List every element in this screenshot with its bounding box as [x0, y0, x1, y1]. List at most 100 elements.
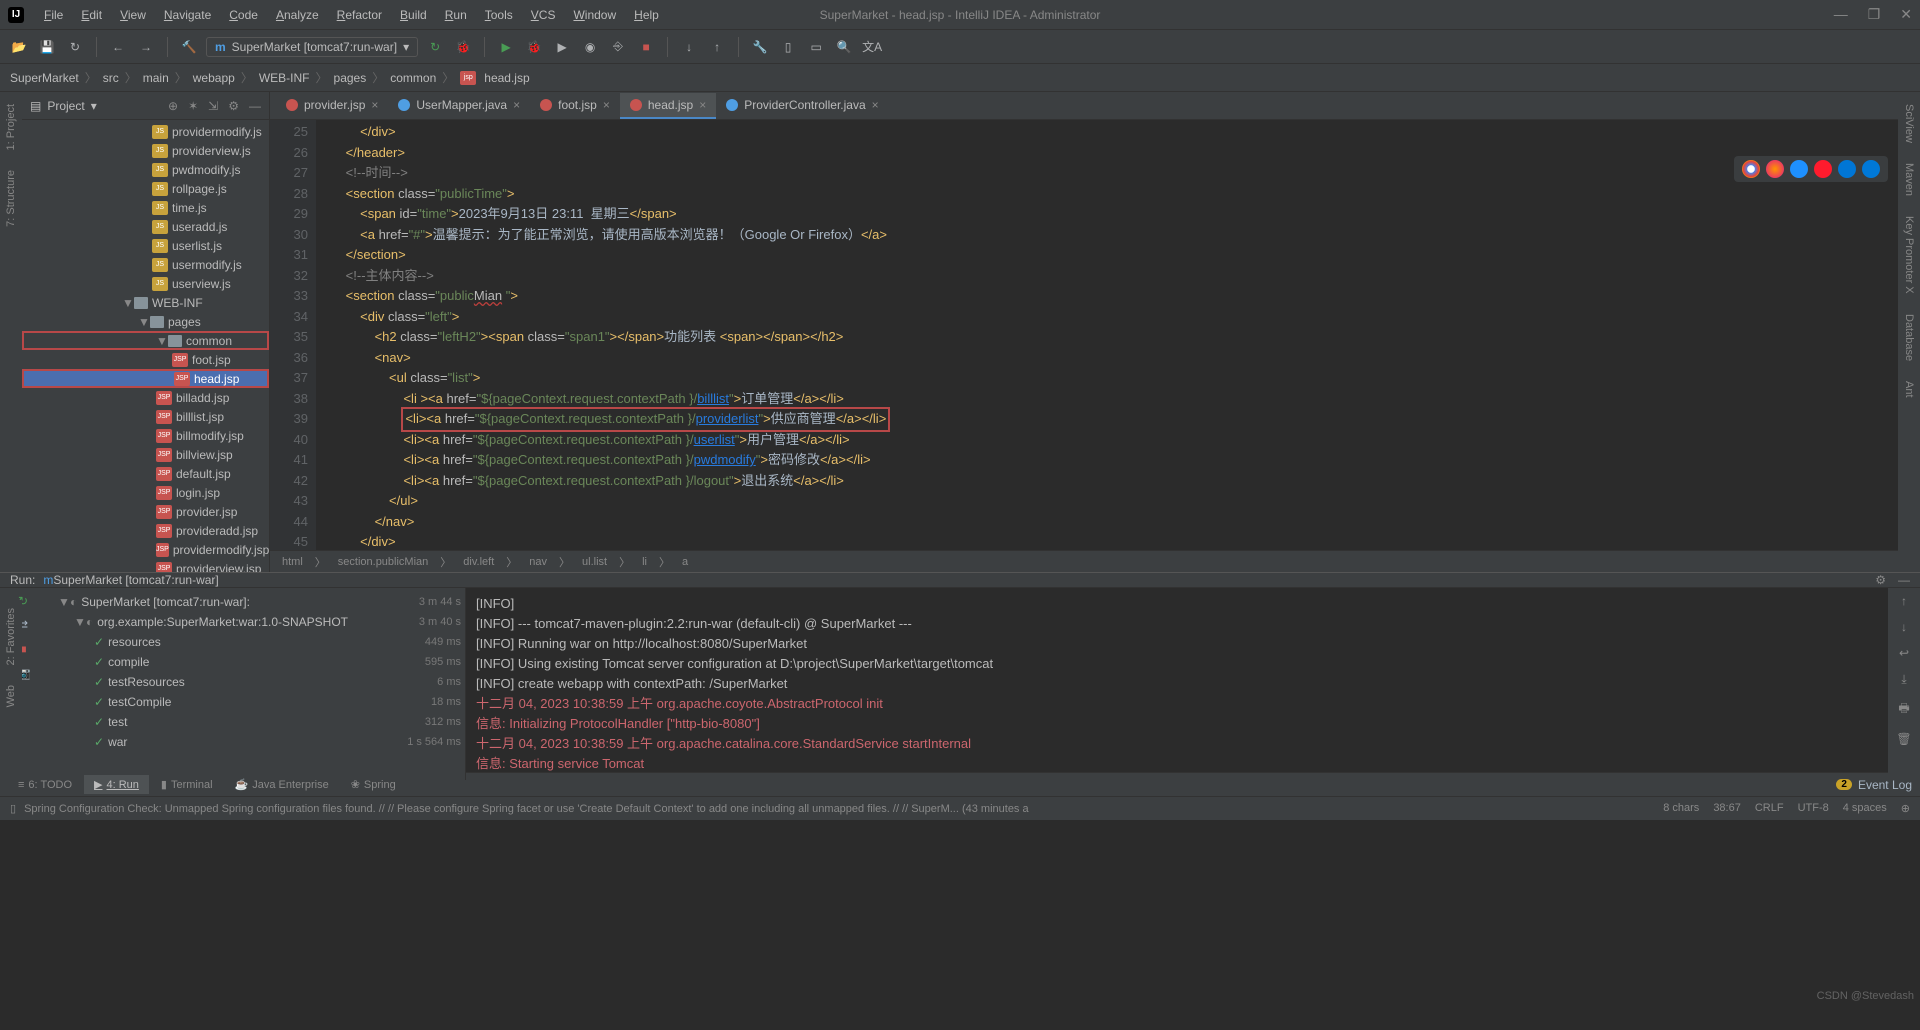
- breadcrumb-item[interactable]: webapp: [193, 71, 235, 85]
- tree-item[interactable]: JSuserview.js: [22, 274, 269, 293]
- safari-icon[interactable]: [1790, 160, 1808, 178]
- breadcrumb-item[interactable]: common: [390, 71, 436, 85]
- debug2-icon[interactable]: 🐞: [523, 36, 545, 58]
- menu-window[interactable]: Window: [565, 4, 624, 26]
- status-item[interactable]: CRLF: [1755, 802, 1784, 815]
- struct-crumb[interactable]: div.left: [463, 556, 494, 568]
- debug-icon[interactable]: 🐞: [452, 36, 474, 58]
- menu-analyze[interactable]: Analyze: [268, 4, 327, 26]
- run-tree-item[interactable]: ✓war1 s 564 ms: [50, 732, 461, 752]
- close-tab-icon[interactable]: ×: [699, 98, 706, 112]
- close-button[interactable]: ✕: [1900, 6, 1912, 23]
- run-tree-item[interactable]: ✓compile595 ms: [50, 652, 461, 672]
- status-icon[interactable]: ▯: [10, 802, 16, 815]
- status-item[interactable]: 8 chars: [1663, 802, 1699, 815]
- refresh-icon[interactable]: ↻: [64, 36, 86, 58]
- editor-tab[interactable]: provider.jsp×: [276, 93, 388, 119]
- maximize-button[interactable]: ❐: [1868, 6, 1881, 23]
- minimize-button[interactable]: —: [1834, 6, 1848, 23]
- tree-item[interactable]: JSPbilladd.jsp: [22, 388, 269, 407]
- breadcrumb-item[interactable]: jsphead.jsp: [460, 71, 529, 85]
- status-item[interactable]: 38:67: [1713, 802, 1741, 815]
- run-tree-item[interactable]: ▼◐org.example:SuperMarket:war:1.0-SNAPSH…: [50, 612, 461, 632]
- run-settings-icon[interactable]: ⚙: [1875, 573, 1886, 587]
- struct-crumb[interactable]: a: [682, 556, 688, 568]
- hide-icon[interactable]: —: [249, 99, 261, 113]
- bottom-tab[interactable]: ▶4: Run: [84, 775, 149, 794]
- run-tree-item[interactable]: ▼◐SuperMarket [tomcat7:run-war]:3 m 44 s: [50, 592, 461, 612]
- settings-icon[interactable]: 🔧: [749, 36, 771, 58]
- close-tab-icon[interactable]: ×: [872, 98, 879, 112]
- run-console[interactable]: [INFO][INFO] --- tomcat7-maven-plugin:2.…: [466, 588, 1888, 780]
- tree-item[interactable]: JSPbillview.jsp: [22, 445, 269, 464]
- structure-icon[interactable]: ▯: [777, 36, 799, 58]
- tree-item[interactable]: JSpwdmodify.js: [22, 160, 269, 179]
- side-tab[interactable]: Key Promoter X: [1901, 208, 1917, 302]
- translate-icon[interactable]: 文A: [861, 36, 883, 58]
- tree-item[interactable]: JSPprovider.jsp: [22, 502, 269, 521]
- bottom-tab[interactable]: ▮Terminal: [151, 775, 223, 794]
- search-icon[interactable]: 🔍: [833, 36, 855, 58]
- expand-icon[interactable]: ✶: [188, 99, 198, 113]
- tree-item[interactable]: ▼common: [22, 331, 269, 350]
- side-tab[interactable]: Database: [1901, 306, 1917, 369]
- run-tree-item[interactable]: ✓testCompile18 ms: [50, 692, 461, 712]
- menu-view[interactable]: View: [112, 4, 154, 26]
- event-log-tab[interactable]: Event Log: [1858, 778, 1912, 792]
- bottom-tab[interactable]: ❀Spring: [341, 775, 406, 794]
- tree-item[interactable]: JSPbillmodify.jsp: [22, 426, 269, 445]
- menu-build[interactable]: Build: [392, 4, 435, 26]
- struct-crumb[interactable]: section.publicMian: [338, 556, 429, 568]
- collapse-icon[interactable]: ⇲: [208, 99, 218, 113]
- coverage-icon[interactable]: ▶: [551, 36, 573, 58]
- tree-item[interactable]: JSPhead.jsp: [22, 369, 269, 388]
- back-icon[interactable]: ←: [107, 36, 129, 58]
- tree-item[interactable]: JSPbilllist.jsp: [22, 407, 269, 426]
- tree-item[interactable]: JSuseradd.js: [22, 217, 269, 236]
- status-item[interactable]: ⊕: [1901, 802, 1910, 815]
- editor-tab[interactable]: head.jsp×: [620, 93, 716, 119]
- status-item[interactable]: UTF-8: [1798, 802, 1829, 815]
- profile-icon[interactable]: ◉: [579, 36, 601, 58]
- breadcrumb-item[interactable]: SuperMarket: [10, 71, 79, 85]
- layout-icon[interactable]: ▭: [805, 36, 827, 58]
- tree-item[interactable]: JSusermodify.js: [22, 255, 269, 274]
- chrome-icon[interactable]: [1742, 160, 1760, 178]
- tree-item[interactable]: JSPdefault.jsp: [22, 464, 269, 483]
- menu-help[interactable]: Help: [626, 4, 667, 26]
- tree-item[interactable]: JSPproviderview.jsp: [22, 559, 269, 572]
- tree-item[interactable]: JSuserlist.js: [22, 236, 269, 255]
- run-tree-item[interactable]: ✓testResources6 ms: [50, 672, 461, 692]
- run-tree[interactable]: ▼◐SuperMarket [tomcat7:run-war]:3 m 44 s…: [46, 588, 466, 780]
- tree-item[interactable]: JSprovidermodify.js: [22, 122, 269, 141]
- play-icon[interactable]: ▶: [495, 36, 517, 58]
- close-tab-icon[interactable]: ×: [371, 98, 378, 112]
- code-content[interactable]: </div> </header> <!--时间--> <section clas…: [316, 120, 1920, 550]
- editor-tab[interactable]: foot.jsp×: [530, 93, 620, 119]
- breadcrumb-item[interactable]: WEB-INF: [259, 71, 310, 85]
- edge-icon[interactable]: [1862, 160, 1880, 178]
- open-icon[interactable]: 📂: [8, 36, 30, 58]
- opera-icon[interactable]: [1814, 160, 1832, 178]
- project-tree[interactable]: JSprovidermodify.jsJSproviderview.jsJSpw…: [22, 120, 269, 572]
- side-tab[interactable]: Ant: [1901, 373, 1917, 406]
- side-tab[interactable]: 7: Structure: [3, 162, 19, 235]
- clear-icon[interactable]: 🗑: [1896, 732, 1911, 746]
- breadcrumb-item[interactable]: src: [103, 71, 119, 85]
- panel-settings-icon[interactable]: ⚙: [228, 99, 239, 113]
- tree-item[interactable]: ▼pages: [22, 312, 269, 331]
- vcs-commit-icon[interactable]: ↑: [706, 36, 728, 58]
- menu-code[interactable]: Code: [221, 4, 266, 26]
- tree-item[interactable]: JSrollpage.js: [22, 179, 269, 198]
- struct-crumb[interactable]: ul.list: [582, 556, 607, 568]
- editor-tab[interactable]: UserMapper.java×: [388, 93, 530, 119]
- side-tab[interactable]: Maven: [1901, 155, 1917, 204]
- struct-crumb[interactable]: li: [642, 556, 647, 568]
- ie-icon[interactable]: [1838, 160, 1856, 178]
- struct-crumb[interactable]: html: [282, 556, 303, 568]
- locate-icon[interactable]: ⊕: [168, 99, 178, 113]
- firefox-icon[interactable]: [1766, 160, 1784, 178]
- build-icon[interactable]: 🔨: [178, 36, 200, 58]
- tree-item[interactable]: JSPfoot.jsp: [22, 350, 269, 369]
- forward-icon[interactable]: →: [135, 36, 157, 58]
